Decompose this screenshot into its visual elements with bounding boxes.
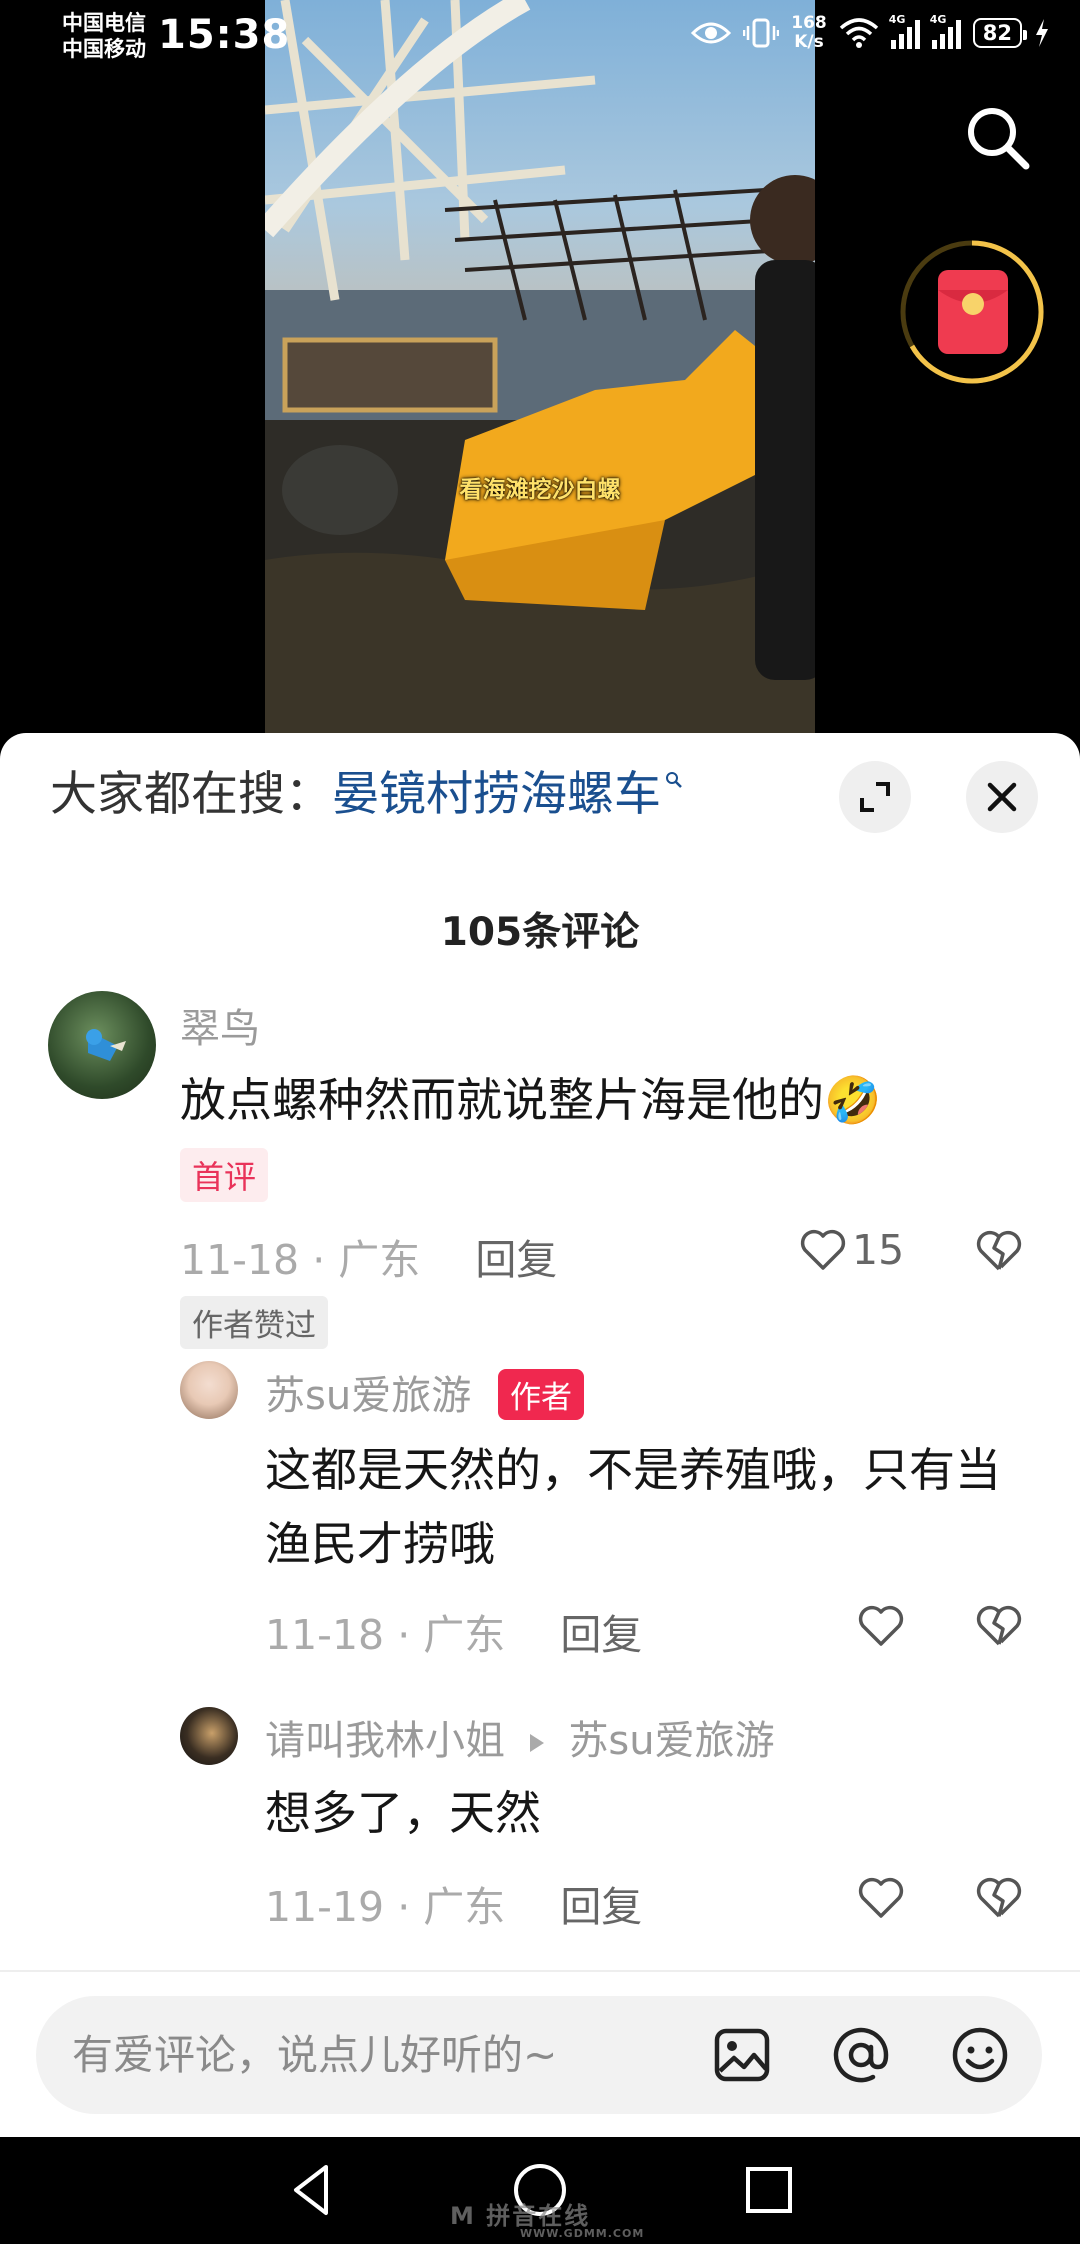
signal-label-2: 4G	[929, 13, 947, 26]
comment-username[interactable]: 苏su爱旅游	[265, 1363, 471, 1421]
comment-date: 11-19	[265, 1883, 385, 1931]
dislike-button[interactable]	[976, 1605, 1022, 1651]
avatar[interactable]	[48, 991, 156, 1099]
divider	[0, 1970, 1080, 1972]
watermark-url: WWW.GDMM.COM	[520, 2227, 645, 2240]
vibrate-icon	[743, 18, 780, 48]
expand-icon	[860, 782, 890, 812]
reply-button[interactable]: 回复	[560, 1611, 642, 1659]
signal-icon-2: 4G	[930, 13, 961, 49]
recents-button[interactable]	[738, 2159, 800, 2221]
small-search-icon	[666, 772, 682, 788]
net-speed-unit: K/s	[794, 32, 824, 52]
net-speed: 168 K/s	[791, 14, 827, 52]
heart-icon	[858, 1605, 904, 1646]
status-icons: 168 K/s 4G 4G 82	[691, 13, 1050, 52]
reply-to-username[interactable]: 苏su爱旅游	[568, 1718, 774, 1764]
battery-indicator: 82	[972, 18, 1028, 48]
search-icon	[968, 108, 1030, 170]
comment-input[interactable]	[72, 1996, 672, 2114]
comment-username[interactable]: 翠鸟	[180, 996, 260, 1054]
image-icon	[714, 2028, 770, 2082]
comment-meta: 11-18 · 广东 回复	[265, 1611, 643, 1659]
heart-icon	[800, 1229, 846, 1270]
broken-heart-icon	[976, 1230, 1022, 1271]
hot-search-keyword[interactable]: 晏镜村捞海螺车	[332, 767, 661, 822]
like-button[interactable]	[858, 1605, 904, 1647]
wifi-icon	[839, 18, 878, 48]
at-icon	[833, 2027, 889, 2083]
video-caption: 看海滩挖沙白螺	[459, 477, 621, 503]
video-frame	[265, 0, 815, 735]
comment-username-line: 请叫我林小姐 苏su爱旅游	[265, 1708, 775, 1766]
close-button[interactable]	[966, 761, 1038, 833]
smiley-icon	[952, 2027, 1008, 2083]
avatar[interactable]	[180, 1707, 238, 1765]
signal-label-1: 4G	[888, 13, 906, 26]
dislike-button[interactable]	[976, 1230, 1022, 1276]
comment-date: 11-18	[180, 1236, 300, 1284]
carrier-1: 中国电信	[62, 11, 146, 35]
author-liked-tag: 作者赞过	[180, 1296, 328, 1349]
heart-icon	[858, 1877, 904, 1918]
broken-heart-icon	[976, 1605, 1022, 1646]
back-triangle-icon	[294, 2165, 328, 2215]
like-button[interactable]: 15	[800, 1226, 904, 1274]
watermark-brand: M 拼音在线	[450, 2202, 591, 2230]
image-button[interactable]	[712, 2025, 772, 2085]
comment-date: 11-18	[265, 1611, 385, 1659]
status-bar: 中国电信 中国移动 15:38 168 K/s 4G 4G 82	[0, 0, 1080, 70]
comment-username[interactable]: 请叫我林小姐	[265, 1718, 505, 1764]
comment-location: 广东	[338, 1236, 421, 1284]
watermark: M 拼音在线 WWW.GDMM.COM	[450, 2196, 644, 2240]
red-packet-icon	[900, 240, 1044, 384]
comment-location: 广东	[423, 1883, 506, 1931]
comment-text: 放点螺种然而就说整片海是他的🤣	[180, 1073, 882, 1127]
net-speed-value: 168	[791, 13, 827, 33]
carrier-info: 中国电信 中国移动	[62, 10, 146, 62]
clock: 15:38	[158, 12, 291, 58]
emoji-button[interactable]	[950, 2025, 1010, 2085]
carrier-2: 中国移动	[62, 37, 146, 61]
search-button[interactable]	[964, 104, 1030, 170]
avatar[interactable]	[180, 1361, 238, 1419]
signal-icon-1: 4G	[889, 13, 920, 49]
first-comment-tag: 首评	[180, 1148, 269, 1202]
like-count: 15	[852, 1226, 905, 1274]
reply-button[interactable]: 回复	[475, 1236, 557, 1284]
eye-icon	[691, 22, 732, 44]
close-icon	[987, 782, 1017, 812]
broken-heart-icon	[976, 1877, 1022, 1918]
recents-square-icon	[746, 2167, 792, 2213]
back-button[interactable]	[282, 2159, 344, 2221]
comment-meta: 11-18 · 广东 回复	[180, 1236, 558, 1284]
kingfisher-avatar-icon	[86, 1029, 126, 1061]
dislike-button[interactable]	[976, 1877, 1022, 1923]
video-player[interactable]: 看海滩挖沙白螺	[265, 0, 815, 735]
comment-sheet: 大家都在搜：晏镜村捞海螺车 105条评论 翠鸟 放点螺种然而就说整片海是他的🤣 …	[0, 733, 1080, 2137]
author-badge: 作者	[498, 1369, 584, 1420]
comment-text: 这都是天然的，不是养殖哦，只有当渔民才捞哦	[265, 1443, 1001, 1571]
expand-button[interactable]	[839, 761, 911, 833]
charging-icon	[1036, 19, 1048, 47]
hot-search-bar[interactable]: 大家都在搜：晏镜村捞海螺车	[50, 765, 683, 825]
reply-arrow-icon	[529, 1734, 544, 1752]
reply-button[interactable]: 回复	[560, 1883, 642, 1931]
red-packet-button[interactable]	[898, 238, 1046, 386]
comment-text: 想多了，天然	[265, 1786, 541, 1840]
hot-search-prefix: 大家都在搜：	[50, 767, 332, 822]
comment-input-bar	[36, 1996, 1042, 2114]
comment-meta: 11-19 · 广东 回复	[265, 1883, 643, 1931]
like-button[interactable]	[858, 1877, 904, 1919]
comment-count: 105条评论	[440, 910, 640, 955]
comment-location: 广东	[423, 1611, 506, 1659]
mention-button[interactable]	[831, 2025, 891, 2085]
